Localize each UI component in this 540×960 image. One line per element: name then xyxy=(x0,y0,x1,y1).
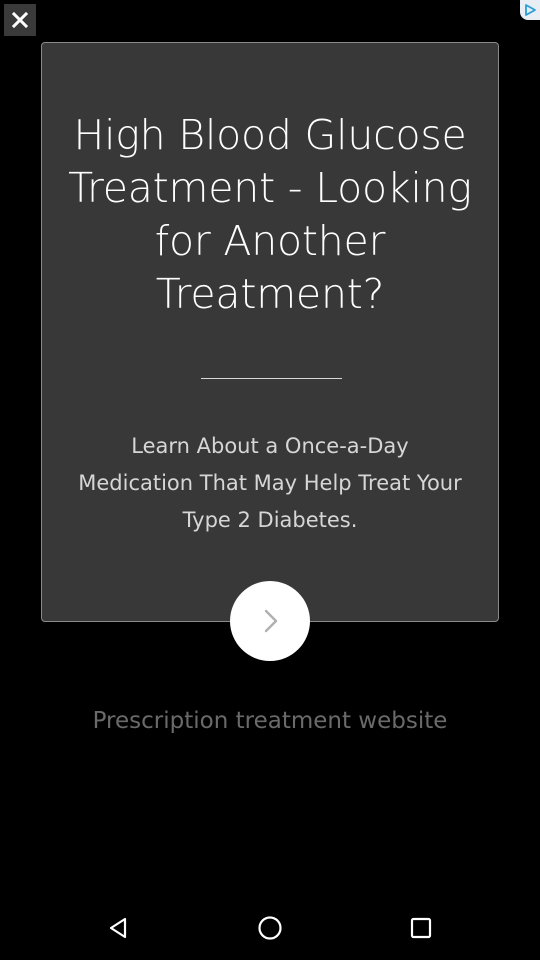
back-icon xyxy=(109,917,127,939)
next-button[interactable] xyxy=(230,581,310,661)
home-button[interactable] xyxy=(254,912,286,944)
adchoices-button[interactable] xyxy=(520,0,540,20)
ad-card[interactable]: High Blood Glucose Treatment - Looking f… xyxy=(41,42,499,622)
close-button[interactable] xyxy=(4,4,36,36)
adchoices-icon xyxy=(525,4,536,16)
ad-headline: High Blood Glucose Treatment - Looking f… xyxy=(68,111,472,318)
ad-description: Learn About a Once-a-Day Medication That… xyxy=(78,434,462,532)
recents-button[interactable] xyxy=(405,912,437,944)
home-icon xyxy=(258,916,282,940)
recents-icon xyxy=(410,917,432,939)
divider xyxy=(201,378,342,379)
ad-footer-text[interactable]: Prescription treatment website xyxy=(0,708,540,734)
chevron-right-icon xyxy=(264,609,278,633)
navigation-bar xyxy=(0,896,540,960)
close-icon xyxy=(11,11,29,29)
back-button[interactable] xyxy=(102,912,134,944)
